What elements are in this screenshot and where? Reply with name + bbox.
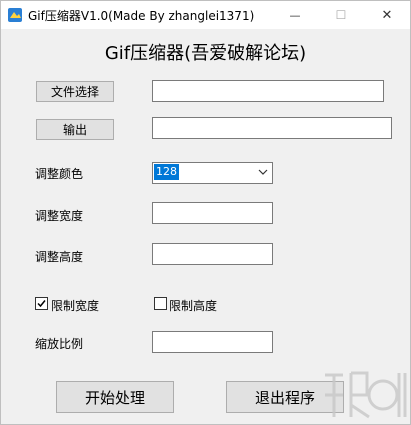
limit-height-label[interactable]: 限制高度 (169, 297, 217, 314)
file-path-field[interactable] (152, 80, 384, 102)
minimize-icon: — (289, 8, 301, 22)
limit-height-checkbox[interactable] (154, 297, 167, 310)
limit-width-checkbox[interactable] (35, 297, 48, 310)
height-input[interactable] (152, 243, 273, 265)
file-select-button[interactable]: 文件选择 (36, 81, 114, 102)
output-button[interactable]: 输出 (36, 119, 114, 140)
watermark-logo (325, 371, 407, 419)
height-label: 调整高度 (35, 250, 84, 264)
app-heading: Gif压缩器(吾爱破解论坛) (104, 43, 307, 64)
app-window: Gif压缩器V1.0(Made By zhanglei1371) — ☐ ✕ G… (0, 0, 411, 425)
color-select-value: 128 (154, 164, 179, 180)
limit-width-label[interactable]: 限制宽度 (51, 297, 99, 314)
app-icon (8, 8, 22, 22)
chevron-down-icon (258, 169, 268, 175)
maximize-button[interactable]: ☐ (318, 1, 364, 29)
color-label: 调整颜色 (35, 167, 84, 181)
close-icon: ✕ (381, 7, 393, 23)
start-processing-button[interactable]: 开始处理 (56, 381, 174, 413)
scale-label: 缩放比例 (35, 337, 84, 351)
window-title: Gif压缩器V1.0(Made By zhanglei1371) (28, 9, 255, 23)
close-button[interactable]: ✕ (364, 1, 410, 29)
scale-input[interactable] (152, 331, 273, 353)
title-bar: Gif压缩器V1.0(Made By zhanglei1371) — ☐ ✕ (1, 1, 410, 29)
color-select[interactable]: 128 (152, 162, 273, 184)
width-label: 调整宽度 (35, 209, 84, 223)
width-input[interactable] (152, 202, 273, 224)
checkmark-icon (37, 300, 46, 308)
output-path-field[interactable] (152, 117, 392, 139)
minimize-button[interactable]: — (272, 1, 318, 29)
maximize-icon: ☐ (335, 8, 347, 22)
